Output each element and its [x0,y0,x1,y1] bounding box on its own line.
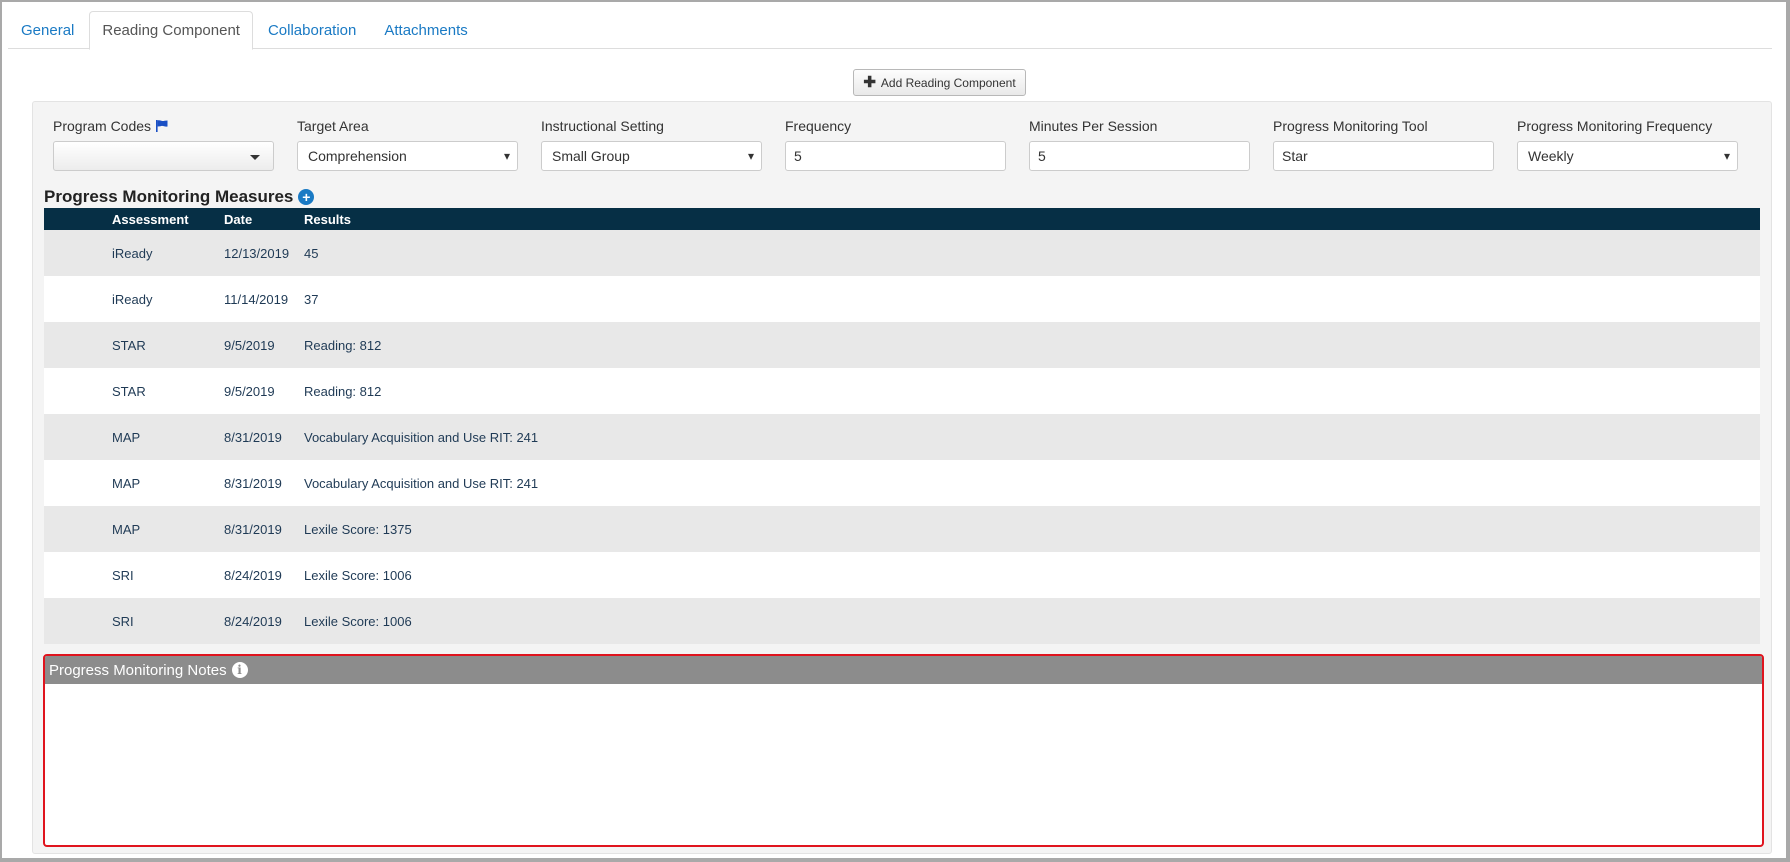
cell-results: Reading: 812 [304,383,382,399]
cell-assessment: STAR [112,337,146,353]
tab-general[interactable]: General [8,11,87,49]
cell-assessment: STAR [112,383,146,399]
instructional-setting-field: Instructional Setting Small Group [541,117,762,171]
table-row[interactable]: iReady 12/13/2019 45 [44,230,1760,276]
cell-date: 8/31/2019 [224,475,282,491]
target-area-label: Target Area [297,118,369,134]
measures-heading: Progress Monitoring Measures + [44,186,315,208]
pm-frequency-field: Progress Monitoring Frequency Weekly [1517,117,1738,171]
cell-date: 9/5/2019 [224,337,275,353]
table-row[interactable]: STAR 9/5/2019 Reading: 812 [44,322,1760,368]
cell-results: 45 [304,245,319,261]
program-codes-label: Program Codes [53,118,152,134]
cell-results: Lexile Score: 1006 [304,567,412,583]
instructional-setting-select[interactable]: Small Group [541,141,762,171]
cell-assessment: MAP [112,521,141,537]
minutes-per-session-label: Minutes Per Session [1029,118,1158,134]
notes-title: Progress Monitoring Notes [49,661,227,679]
progress-monitoring-notes-panel: Progress Monitoring Notes i [43,654,1764,847]
table-row[interactable]: MAP 8/31/2019 Vocabulary Acquisition and… [44,414,1760,460]
table-row[interactable]: STAR 9/5/2019 Reading: 812 [44,368,1760,414]
add-reading-component-button[interactable]: ✚ Add Reading Component [853,69,1026,96]
table-header: Assessment Date Results [44,208,1760,230]
flag-icon[interactable] [155,119,169,133]
frequency-field: Frequency 5 [785,117,1006,171]
cell-results: Reading: 812 [304,337,382,353]
cell-date: 8/24/2019 [224,567,282,583]
tab-reading-component[interactable]: Reading Component [89,11,253,50]
cell-date: 8/31/2019 [224,521,282,537]
notes-header: Progress Monitoring Notes i [45,656,1762,684]
tab-collaboration[interactable]: Collaboration [255,11,369,49]
cell-date: 12/13/2019 [224,245,290,261]
pm-tool-input[interactable]: Star [1273,141,1494,171]
table-row[interactable]: MAP 8/31/2019 Lexile Score: 1375 [44,506,1760,552]
measures-title: Progress Monitoring Measures [44,187,294,206]
caret-down-icon [250,155,260,160]
column-header-date[interactable]: Date [224,212,304,227]
cell-results: Vocabulary Acquisition and Use RIT: 241 [304,475,539,491]
add-reading-component-label: Add Reading Component [880,75,1016,90]
program-codes-field: Program Codes [53,117,274,171]
cell-assessment: MAP [112,429,141,445]
plus-icon: ✚ [863,73,876,91]
tab-attachments[interactable]: Attachments [371,11,480,49]
column-header-results[interactable]: Results [304,212,1760,227]
pm-frequency-select[interactable]: Weekly [1517,141,1738,171]
minutes-per-session-field: Minutes Per Session 5 [1029,117,1250,171]
cell-assessment: MAP [112,475,141,491]
cell-assessment: SRI [112,567,134,583]
target-area-select[interactable]: Comprehension [297,141,518,171]
cell-assessment: iReady [112,245,153,261]
table-body: iReady 12/13/2019 45 iReady 11/14/2019 3… [44,230,1760,644]
pm-frequency-label: Progress Monitoring Frequency [1517,118,1713,134]
table-row[interactable]: SRI 8/24/2019 Lexile Score: 1006 [44,552,1760,598]
table-row[interactable]: iReady 11/14/2019 37 [44,276,1760,322]
cell-assessment: SRI [112,613,134,629]
notes-textarea[interactable] [45,684,1762,844]
cell-date: 8/24/2019 [224,613,282,629]
program-codes-dropdown[interactable] [53,141,274,171]
pm-tool-field: Progress Monitoring Tool Star [1273,117,1494,171]
add-measure-icon[interactable]: + [298,189,315,205]
frequency-input[interactable]: 5 [785,141,1006,171]
instructional-setting-label: Instructional Setting [541,118,664,134]
table-row[interactable]: SRI 8/24/2019 Lexile Score: 1006 [44,598,1760,644]
cell-results: 37 [304,291,319,307]
cell-assessment: iReady [112,291,153,307]
cell-date: 11/14/2019 [224,291,289,307]
cell-results: Vocabulary Acquisition and Use RIT: 241 [304,429,539,445]
frequency-label: Frequency [785,118,852,134]
measures-table: Assessment Date Results iReady 12/13/201… [44,208,1760,644]
column-header-assessment[interactable]: Assessment [44,212,224,227]
cell-results: Lexile Score: 1375 [304,521,412,537]
cell-date: 9/5/2019 [224,383,275,399]
cell-results: Lexile Score: 1006 [304,613,412,629]
table-row[interactable]: MAP 8/31/2019 Vocabulary Acquisition and… [44,460,1760,506]
target-area-field: Target Area Comprehension [297,117,518,171]
tab-bar: General Reading Component Collaboration … [8,11,1772,50]
minutes-per-session-input[interactable]: 5 [1029,141,1250,171]
info-icon[interactable]: i [231,662,248,678]
cell-date: 8/31/2019 [224,429,282,445]
pm-tool-label: Progress Monitoring Tool [1273,118,1428,134]
